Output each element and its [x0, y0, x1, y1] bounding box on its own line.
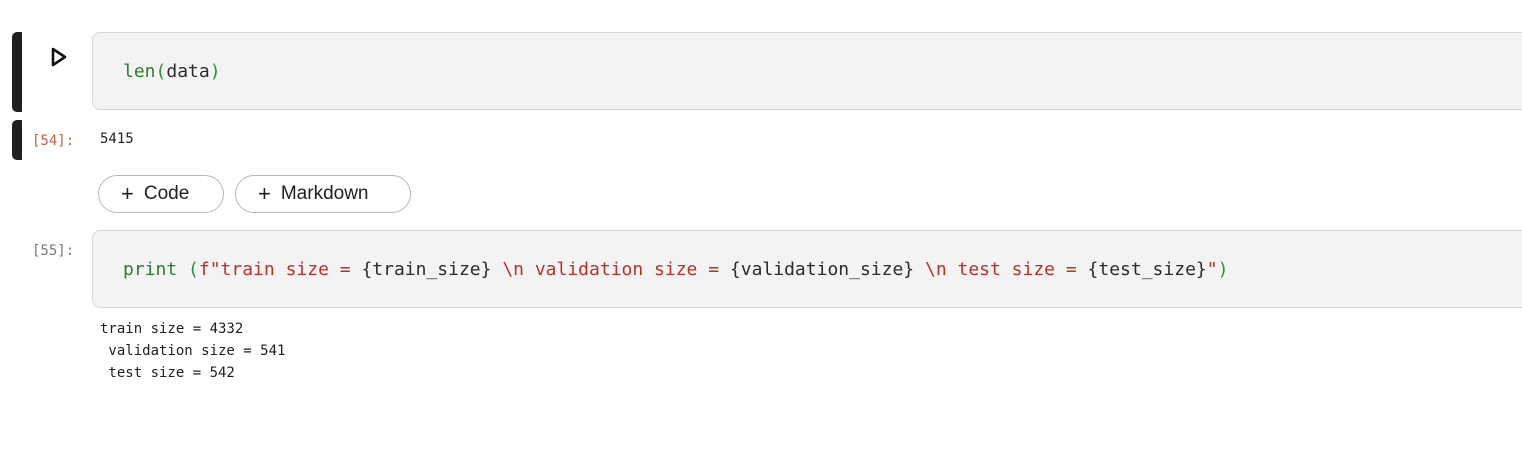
code-cell-1[interactable]: len(data): [92, 32, 1522, 110]
code-token: f"train size =: [198, 259, 362, 280]
cell-output: train size = 4332 validation size = 541 …: [100, 321, 286, 381]
run-cell-button[interactable]: [48, 46, 70, 68]
active-cell-indicator: [12, 32, 22, 112]
notebook: len(data) [54]: 5415 + Code + Markdown […: [0, 0, 1522, 450]
add-code-cell-button[interactable]: + Code: [98, 175, 224, 213]
output-cell-indicator: [12, 120, 22, 160]
code-token: (: [188, 259, 199, 280]
plus-icon: +: [121, 181, 134, 206]
code-cell-2[interactable]: print (f"train size = {train_size} \n va…: [92, 230, 1522, 308]
code-token: \n test size =: [914, 259, 1088, 280]
code-token: ): [209, 61, 221, 82]
add-code-label: Code: [143, 183, 190, 204]
code-line: len(data): [123, 61, 221, 82]
code-token: (: [155, 61, 167, 82]
add-markdown-label: Markdown: [280, 183, 369, 204]
code-token: {validation_size}: [729, 259, 915, 280]
code-token: {test_size}: [1087, 259, 1207, 280]
cell-output: 5415: [100, 131, 134, 147]
input-prompt: [55]:: [32, 243, 75, 259]
code-token: {train_size}: [361, 259, 492, 280]
code-token: len: [123, 61, 156, 82]
code-token: ): [1217, 259, 1229, 280]
output-prompt: [54]:: [32, 133, 75, 149]
add-markdown-cell-button[interactable]: + Markdown: [235, 175, 411, 213]
plus-icon: +: [258, 181, 271, 206]
code-token: print: [123, 259, 178, 280]
code-line: print (f"train size = {train_size} \n va…: [123, 259, 1228, 280]
code-token: data: [166, 61, 210, 82]
code-token: \n validation size =: [491, 259, 730, 280]
play-icon: [51, 47, 67, 67]
code-token: ": [1206, 259, 1218, 280]
